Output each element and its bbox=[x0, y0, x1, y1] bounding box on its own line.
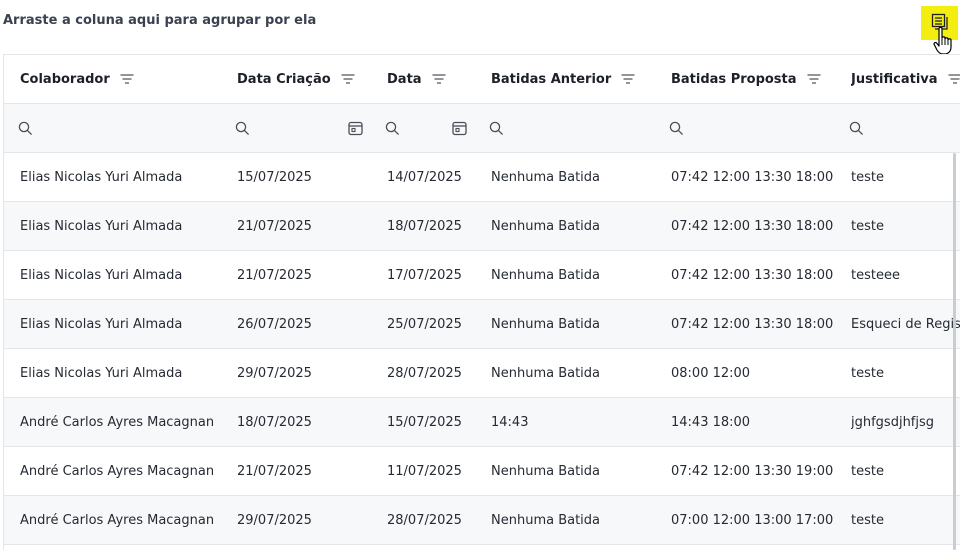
cell-data: 17/07/2025 bbox=[387, 267, 462, 283]
cell-data: 15/07/2025 bbox=[387, 414, 462, 430]
data-grid: Colaborador Data Criação Data Batidas An… bbox=[3, 54, 960, 550]
table-row[interactable]: André Carlos Ayres Macagnan 29/07/2025 2… bbox=[4, 496, 960, 545]
filter-menu-icon[interactable] bbox=[120, 73, 134, 85]
column-header-batidas-proposta[interactable]: Batidas Proposta bbox=[671, 55, 821, 103]
column-header-label: Batidas Proposta bbox=[671, 71, 797, 87]
grid-filter-row bbox=[4, 104, 960, 153]
column-header-label: Justificativa bbox=[851, 71, 938, 87]
filter-cell-colaborador[interactable] bbox=[18, 104, 218, 152]
cell-colaborador: André Carlos Ayres Macagnan bbox=[20, 512, 215, 528]
table-row[interactable]: Elias Nicolas Yuri Almada 26/07/2025 25/… bbox=[4, 300, 960, 349]
cell-colaborador: Elias Nicolas Yuri Almada bbox=[20, 218, 183, 234]
cell-justificativa: teste bbox=[851, 218, 884, 234]
table-row[interactable]: Elias Nicolas Yuri Almada 15/07/2025 14/… bbox=[4, 153, 960, 202]
search-icon bbox=[849, 121, 864, 136]
cell-justificativa: jghfgsdjhfjsg bbox=[851, 414, 935, 430]
cell-batidas-proposta: 07:00 12:00 13:00 17:00 bbox=[671, 512, 834, 528]
cell-batidas-anterior: 14:43 bbox=[491, 414, 529, 430]
cell-data: 28/07/2025 bbox=[387, 512, 462, 528]
cell-batidas-proposta: 07:42 12:00 13:30 18:00 bbox=[671, 218, 834, 234]
cell-batidas-anterior: Nenhuma Batida bbox=[491, 169, 601, 185]
cell-justificativa: testeee bbox=[851, 267, 900, 283]
column-header-label: Colaborador bbox=[20, 71, 110, 87]
cell-data: 28/07/2025 bbox=[387, 365, 462, 381]
column-header-label: Data bbox=[387, 71, 422, 87]
table-row[interactable]: André Carlos Ayres Macagnan 18/07/2025 1… bbox=[4, 398, 960, 447]
cell-batidas-proposta: 07:42 12:00 13:30 18:00 bbox=[671, 267, 834, 283]
cell-justificativa: teste bbox=[851, 365, 884, 381]
cell-batidas-anterior: Nenhuma Batida bbox=[491, 316, 601, 332]
cell-data-criacao: 21/07/2025 bbox=[237, 218, 312, 234]
filter-cell-batidas-proposta[interactable] bbox=[669, 104, 839, 152]
cell-data: 18/07/2025 bbox=[387, 218, 462, 234]
filter-cell-batidas-anterior[interactable] bbox=[489, 104, 659, 152]
cell-data-criacao: 21/07/2025 bbox=[237, 463, 312, 479]
filter-menu-icon[interactable] bbox=[341, 73, 355, 85]
table-row[interactable]: Elias Nicolas Yuri Almada 21/07/2025 18/… bbox=[4, 202, 960, 251]
search-icon bbox=[669, 121, 684, 136]
cell-colaborador: Elias Nicolas Yuri Almada bbox=[20, 365, 183, 381]
calendar-icon[interactable] bbox=[452, 121, 467, 136]
cell-data-criacao: 18/07/2025 bbox=[237, 414, 312, 430]
search-icon bbox=[235, 121, 250, 136]
column-header-batidas-anterior[interactable]: Batidas Anterior bbox=[491, 55, 635, 103]
vertical-scrollbar[interactable] bbox=[953, 153, 956, 550]
filter-menu-icon[interactable] bbox=[948, 73, 960, 85]
cell-justificativa: Esqueci de Registrar bbox=[851, 316, 960, 332]
cell-justificativa: teste bbox=[851, 463, 884, 479]
search-icon bbox=[18, 121, 33, 136]
cell-data-criacao: 15/07/2025 bbox=[237, 169, 312, 185]
cell-data-criacao: 29/07/2025 bbox=[237, 365, 312, 381]
cell-batidas-anterior: Nenhuma Batida bbox=[491, 218, 601, 234]
cell-colaborador: Elias Nicolas Yuri Almada bbox=[20, 267, 183, 283]
column-header-data-criacao[interactable]: Data Criação bbox=[237, 55, 355, 103]
cell-colaborador: Elias Nicolas Yuri Almada bbox=[20, 169, 183, 185]
cell-data-criacao: 26/07/2025 bbox=[237, 316, 312, 332]
cell-data-criacao: 29/07/2025 bbox=[237, 512, 312, 528]
cell-data: 11/07/2025 bbox=[387, 463, 462, 479]
column-header-colaborador[interactable]: Colaborador bbox=[20, 55, 134, 103]
cell-colaborador: André Carlos Ayres Macagnan bbox=[20, 414, 215, 430]
cell-justificativa: teste bbox=[851, 512, 884, 528]
column-header-label: Batidas Anterior bbox=[491, 71, 612, 87]
cell-batidas-anterior: Nenhuma Batida bbox=[491, 267, 601, 283]
column-header-justificativa[interactable]: Justificativa bbox=[851, 55, 960, 103]
cell-colaborador: Elias Nicolas Yuri Almada bbox=[20, 316, 183, 332]
grid-header-row: Colaborador Data Criação Data Batidas An… bbox=[4, 55, 960, 104]
filter-cell-justificativa[interactable] bbox=[849, 104, 949, 152]
cell-data: 14/07/2025 bbox=[387, 169, 462, 185]
column-header-label: Data Criação bbox=[237, 71, 331, 87]
table-row[interactable]: Elias Nicolas Yuri Almada 21/07/2025 17/… bbox=[4, 251, 960, 300]
filter-menu-icon[interactable] bbox=[621, 73, 635, 85]
calendar-icon[interactable] bbox=[348, 121, 363, 136]
table-row[interactable]: André Carlos Ayres Macagnan 21/07/2025 1… bbox=[4, 447, 960, 496]
cell-justificativa: teste bbox=[851, 169, 884, 185]
cell-batidas-proposta: 08:00 12:00 bbox=[671, 365, 751, 381]
cell-batidas-anterior: Nenhuma Batida bbox=[491, 512, 601, 528]
cell-batidas-proposta: 07:42 12:00 13:30 18:00 bbox=[671, 316, 834, 332]
cell-colaborador: André Carlos Ayres Macagnan bbox=[20, 463, 215, 479]
cell-batidas-anterior: Nenhuma Batida bbox=[491, 365, 601, 381]
filter-menu-icon[interactable] bbox=[807, 73, 821, 85]
cell-batidas-anterior: Nenhuma Batida bbox=[491, 463, 601, 479]
hand-cursor-icon bbox=[933, 26, 952, 55]
column-header-data[interactable]: Data bbox=[387, 55, 446, 103]
cell-batidas-proposta: 07:42 12:00 13:30 18:00 bbox=[671, 169, 834, 185]
cell-data-criacao: 21/07/2025 bbox=[237, 267, 312, 283]
group-panel-hint: Arraste a coluna aqui para agrupar por e… bbox=[3, 13, 317, 28]
cell-batidas-proposta: 14:43 18:00 bbox=[671, 414, 751, 430]
table-row[interactable]: Elias Nicolas Yuri Almada 29/07/2025 28/… bbox=[4, 349, 960, 398]
search-icon bbox=[385, 121, 400, 136]
filter-cell-data[interactable] bbox=[385, 104, 445, 152]
filter-menu-icon[interactable] bbox=[432, 73, 446, 85]
cell-batidas-proposta: 07:42 12:00 13:30 19:00 bbox=[671, 463, 834, 479]
cell-data: 25/07/2025 bbox=[387, 316, 462, 332]
search-icon bbox=[489, 121, 504, 136]
